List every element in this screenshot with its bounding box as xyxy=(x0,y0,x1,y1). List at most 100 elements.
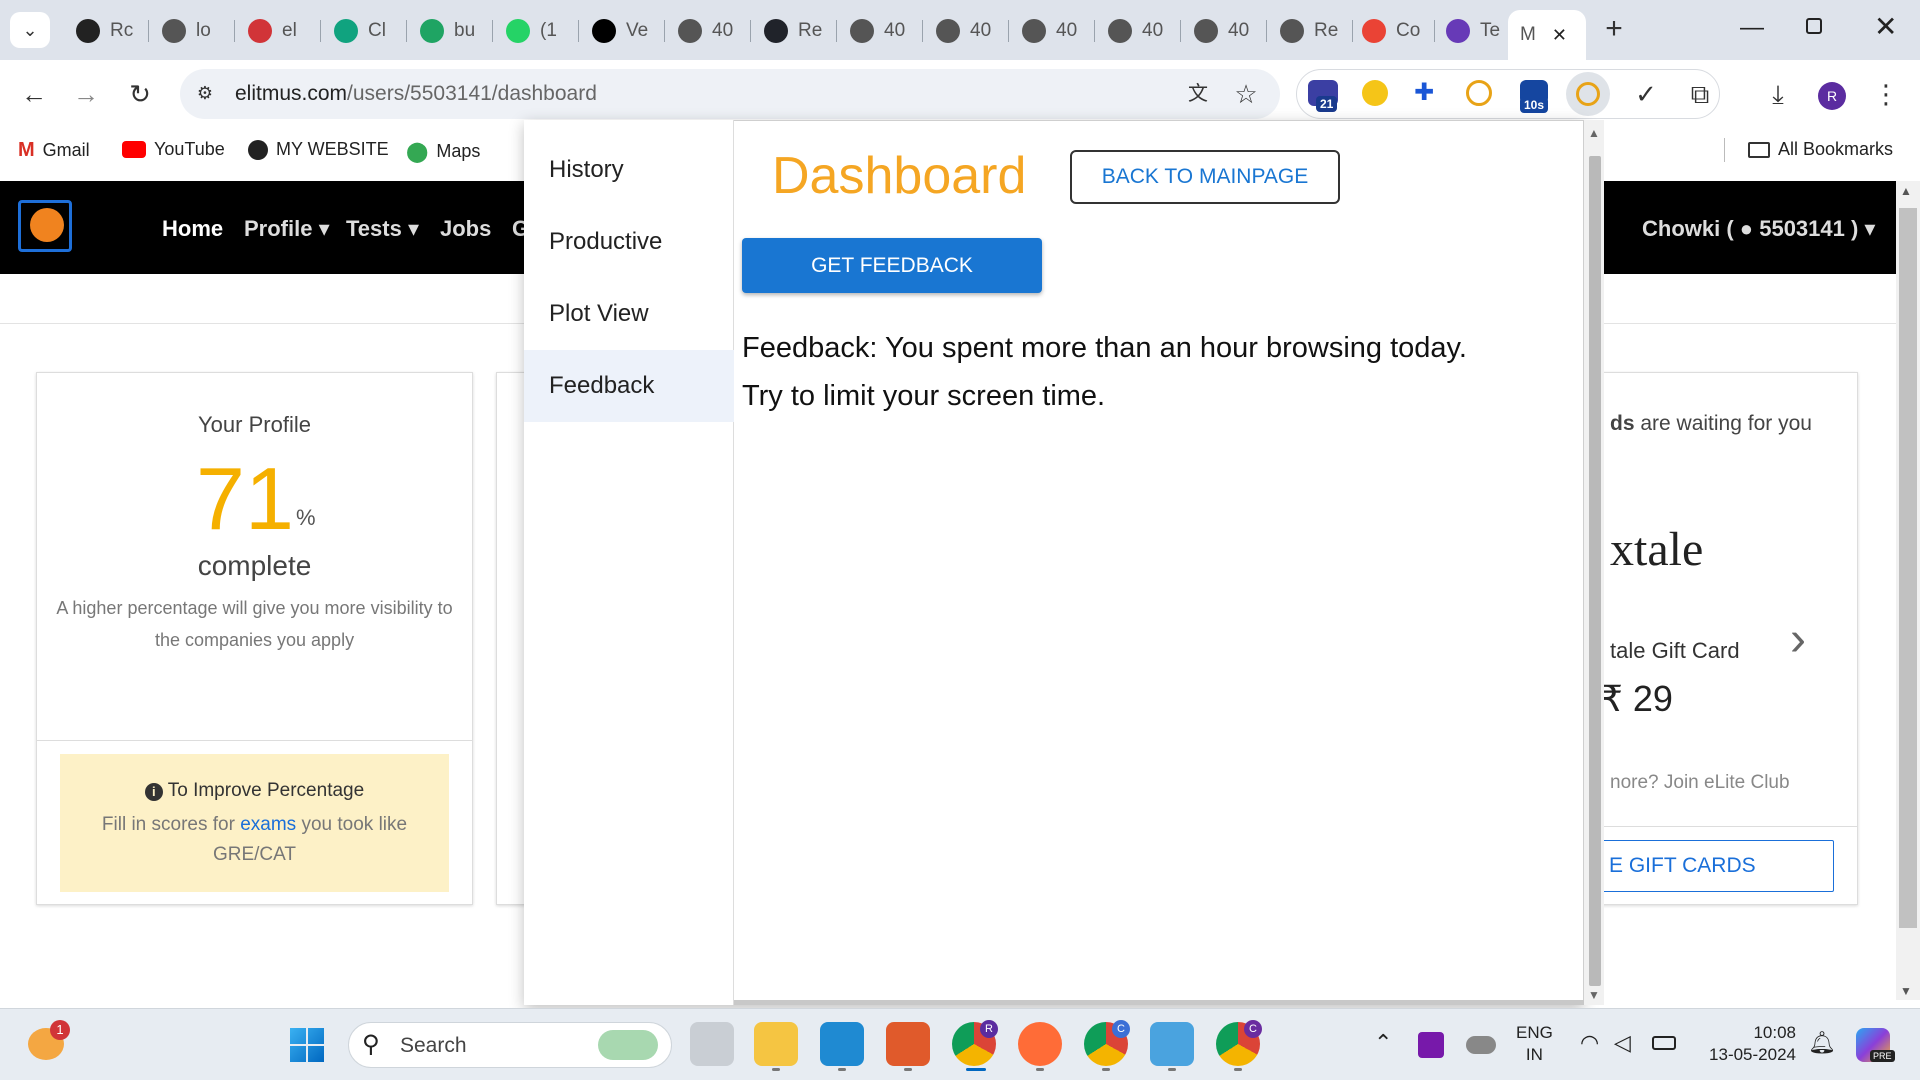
onenote-icon[interactable] xyxy=(1418,1032,1444,1058)
page-scroll-down[interactable]: ▼ xyxy=(1900,984,1912,998)
feedback-line-1: Feedback: You spent more than an hour br… xyxy=(742,332,1467,364)
browser-tab[interactable]: 40 xyxy=(1096,10,1176,52)
tab-separator xyxy=(1094,20,1095,42)
bookmark-gmail[interactable]: M Gmail xyxy=(18,139,90,162)
browser-tab[interactable]: 40 xyxy=(1010,10,1090,52)
tab-separator xyxy=(922,20,923,42)
page-scroll-thumb[interactable] xyxy=(1899,208,1917,928)
exams-link[interactable]: exams xyxy=(240,814,296,835)
menu-feedback[interactable]: Feedback xyxy=(524,350,734,422)
nav-home[interactable]: Home xyxy=(162,216,223,242)
nav-tests[interactable]: Tests ▾ xyxy=(346,216,419,242)
popup-scroll-thumb[interactable] xyxy=(1589,156,1601,986)
browser-tab[interactable]: Te xyxy=(1434,10,1514,52)
browser-tab[interactable]: 40 xyxy=(666,10,746,52)
browser-tab[interactable]: Co xyxy=(1350,10,1430,52)
back-arrow-icon[interactable]: ← xyxy=(14,74,54,114)
browser-tab[interactable]: Re xyxy=(1268,10,1348,52)
volume-icon[interactable]: ◁ xyxy=(1614,1030,1631,1056)
clock[interactable]: 10:08 13-05-2024 xyxy=(1700,1022,1796,1066)
notification-badge: 1 xyxy=(50,1020,70,1040)
browser-tab[interactable]: (1 xyxy=(494,10,574,52)
minimize-button[interactable]: — xyxy=(1740,14,1764,42)
site-info-icon[interactable]: ⚙ xyxy=(192,80,218,106)
chrome-profile-badge: C xyxy=(1244,1020,1262,1038)
running-indicator xyxy=(1168,1068,1176,1071)
carousel-next-icon[interactable]: › xyxy=(1790,612,1806,667)
menu-history[interactable]: History xyxy=(524,134,734,206)
get-feedback-button[interactable]: GET FEEDBACK xyxy=(742,238,1042,293)
browser-tab[interactable]: el xyxy=(236,10,316,52)
restore-button[interactable] xyxy=(1806,18,1822,34)
back-to-mainpage-button[interactable]: BACK TO MAINPAGE xyxy=(1070,150,1340,204)
clock-time: 10:08 xyxy=(1753,1023,1796,1042)
git-gui-icon[interactable] xyxy=(886,1022,930,1066)
popup-scroll-down[interactable]: ▼ xyxy=(1588,988,1600,1002)
browser-tab[interactable]: Ve xyxy=(580,10,660,52)
task-view-icon[interactable] xyxy=(690,1022,734,1066)
forward-arrow-icon[interactable]: → xyxy=(66,74,106,114)
browser-tab[interactable]: 40 xyxy=(1182,10,1262,52)
wifi-icon[interactable]: ◠ xyxy=(1580,1030,1599,1056)
notepad-icon[interactable] xyxy=(1150,1022,1194,1066)
new-tab-button[interactable]: + xyxy=(1594,12,1634,46)
bookmark-youtube[interactable]: YouTube xyxy=(122,139,225,160)
file-explorer-icon[interactable] xyxy=(754,1022,798,1066)
all-bookmarks[interactable]: All Bookmarks xyxy=(1748,139,1893,160)
tab-label: 40 xyxy=(1228,20,1250,41)
language-indicator[interactable]: ENG IN xyxy=(1516,1022,1553,1066)
browser-tab[interactable]: Rc xyxy=(64,10,144,52)
menu-kebab-icon[interactable]: ⋮ xyxy=(1866,74,1906,114)
user-icon: ● xyxy=(1739,216,1754,241)
onedrive-icon[interactable] xyxy=(1466,1036,1496,1054)
timer-extension-icon[interactable] xyxy=(1466,80,1492,106)
reward-join[interactable]: nore? Join eLite Club xyxy=(1610,772,1790,794)
bookmark-maps[interactable]: ⬤ Maps xyxy=(406,139,480,164)
tab-label: 40 xyxy=(712,20,734,41)
bell-icon[interactable]: 🔔︎ xyxy=(1808,1030,1836,1056)
close-window-button[interactable]: ✕ xyxy=(1874,10,1897,43)
popup-scroll-up[interactable]: ▲ xyxy=(1588,126,1600,140)
download-icon[interactable]: ⤓ xyxy=(1758,74,1798,114)
folder-icon xyxy=(1748,141,1770,158)
extensions-puzzle-icon[interactable]: ⧉ xyxy=(1680,74,1720,114)
menu-plot-view[interactable]: Plot View xyxy=(524,278,734,350)
url-text[interactable]: elitmus.com/users/5503141/dashboard xyxy=(235,82,597,106)
browser-tab[interactable]: Cl xyxy=(322,10,402,52)
maps-pin-icon: ⬤ xyxy=(406,141,429,163)
tab-label: Cl xyxy=(368,20,386,41)
nav-jobs[interactable]: Jobs xyxy=(440,216,491,242)
tray-overflow-icon[interactable]: ⌃ xyxy=(1374,1030,1392,1056)
profile-hint: A higher percentage will give you more v… xyxy=(56,598,453,650)
duck-extension-icon[interactable] xyxy=(1362,80,1388,106)
close-tab-icon[interactable]: ✕ xyxy=(1552,25,1567,46)
vscode-icon[interactable] xyxy=(820,1022,864,1066)
avatar[interactable]: R xyxy=(1818,82,1846,110)
tab-label: Te xyxy=(1480,20,1501,41)
translate-icon[interactable]: 文 xyxy=(1178,74,1218,114)
browser-tab[interactable]: M ✕ xyxy=(1508,10,1586,60)
profile-card-divider xyxy=(37,740,472,741)
bookmark-star-icon[interactable]: ☆ xyxy=(1226,74,1266,114)
tab-label: Re xyxy=(1314,20,1339,41)
user-menu[interactable]: Chowki ( ● 5503141 ) ▾ xyxy=(1642,216,1875,242)
nav-profile[interactable]: Profile ▾ xyxy=(244,216,330,242)
globe-icon xyxy=(1194,19,1218,43)
postman-icon[interactable] xyxy=(1018,1022,1062,1066)
battery-icon[interactable] xyxy=(1652,1036,1676,1050)
bookmark-my-website[interactable]: MY WEBSITE xyxy=(248,139,389,160)
browser-tab[interactable]: 40 xyxy=(924,10,1004,52)
browser-tab[interactable]: 40 xyxy=(838,10,918,52)
tab-label: (1 xyxy=(540,20,557,41)
tab-search-button[interactable]: ⌄ xyxy=(10,12,50,48)
browser-tab[interactable]: lo xyxy=(150,10,230,52)
browser-tab[interactable]: Re xyxy=(752,10,832,52)
browser-tab[interactable]: bu xyxy=(408,10,488,52)
check-circle-icon[interactable]: ✓ xyxy=(1626,74,1666,114)
page-scroll-up[interactable]: ▲ xyxy=(1900,184,1912,198)
gift-cards-button[interactable]: E GIFT CARDS xyxy=(1596,840,1834,892)
menu-productive[interactable]: Productive xyxy=(524,206,734,278)
puzzle-extension-icon[interactable]: ✚ xyxy=(1414,78,1434,107)
reload-icon[interactable]: ↻ xyxy=(120,74,160,114)
tab-label: 40 xyxy=(1142,20,1164,41)
